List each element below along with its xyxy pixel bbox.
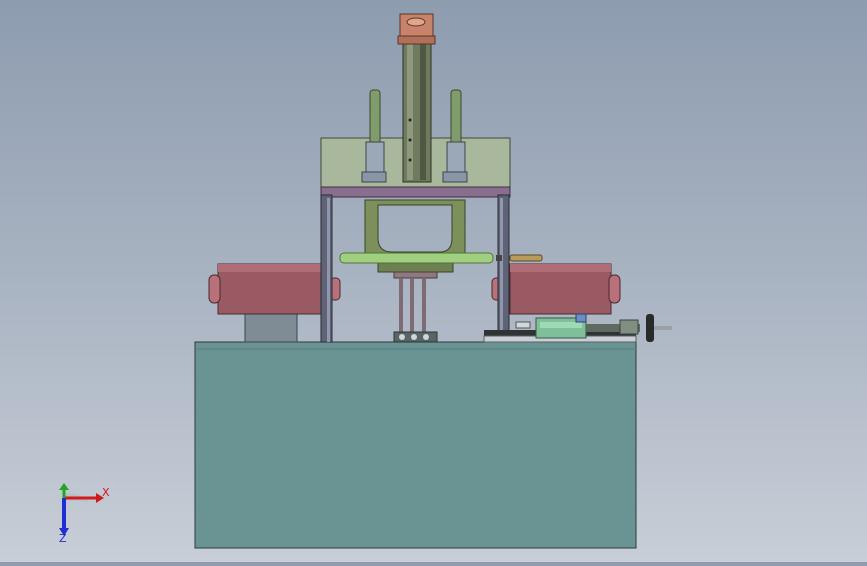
left-guide-post: [361, 89, 387, 183]
press-pins: [393, 278, 438, 343]
base-cabinet: [194, 341, 637, 549]
linear-slide: [483, 313, 672, 343]
machine-drawing: [194, 13, 672, 549]
left-support-block: [244, 311, 298, 343]
z-axis-label: Z: [59, 532, 67, 545]
x-axis-label: X: [102, 486, 110, 499]
orientation-triad: X Z: [50, 480, 120, 550]
cross-guide-rod: [339, 252, 543, 264]
press-bracket: [364, 199, 466, 279]
right-guide-post: [442, 89, 468, 183]
vertical-rail: [402, 39, 432, 183]
left-clamp-cylinder: [208, 263, 341, 315]
right-clamp-cylinder: [491, 263, 621, 315]
cad-viewport[interactable]: X Z: [0, 0, 867, 562]
top-cylinder-cap: [397, 13, 436, 45]
